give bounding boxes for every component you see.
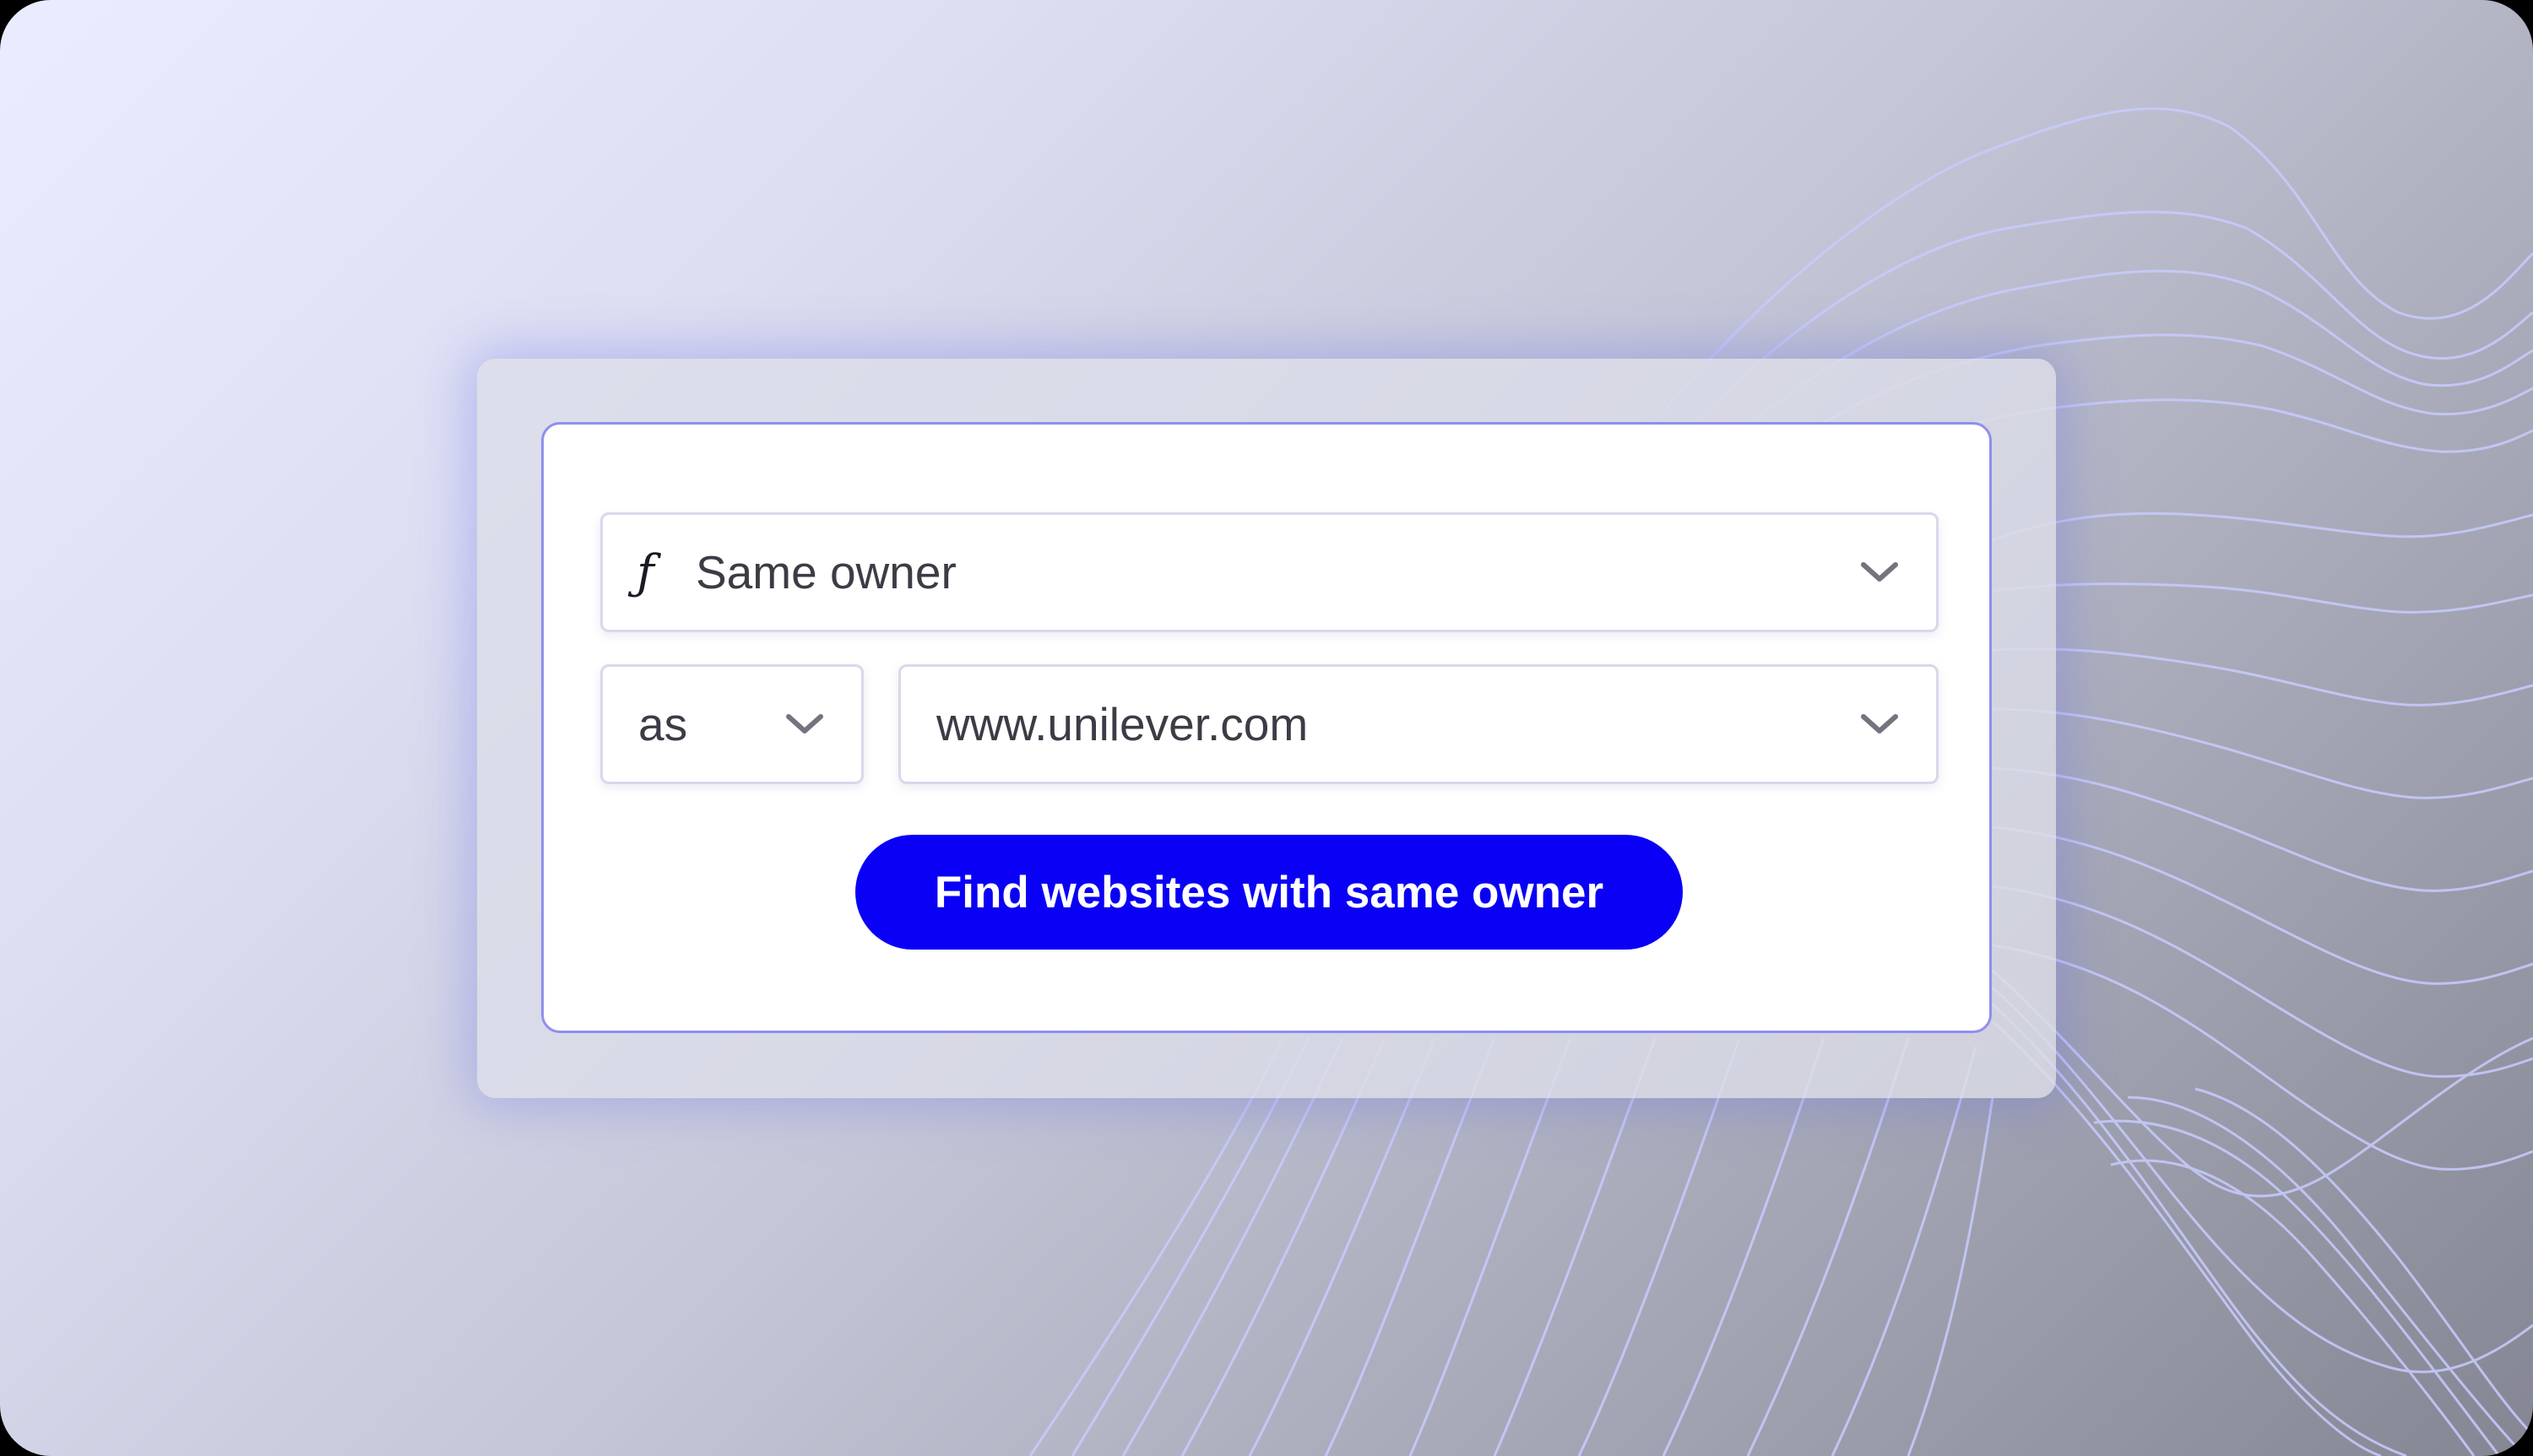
function-select-value: Same owner xyxy=(696,546,957,598)
search-form-card: ƒ Same owner as www.unilever.com Find we… xyxy=(541,422,1992,1033)
find-websites-button[interactable]: Find websites with same owner xyxy=(855,835,1683,950)
relation-select[interactable]: as xyxy=(600,664,864,784)
relation-select-value: as xyxy=(638,698,688,750)
background-canvas: ƒ Same owner as www.unilever.com Find we… xyxy=(0,0,2533,1456)
function-select[interactable]: ƒ Same owner xyxy=(600,512,1939,632)
chevron-down-icon xyxy=(1861,562,1898,582)
chevron-down-icon xyxy=(786,714,823,733)
function-f-icon: ƒ xyxy=(637,544,654,600)
domain-select-value: www.unilever.com xyxy=(936,698,1309,750)
domain-select[interactable]: www.unilever.com xyxy=(898,664,1939,784)
chevron-down-icon xyxy=(1861,714,1898,733)
